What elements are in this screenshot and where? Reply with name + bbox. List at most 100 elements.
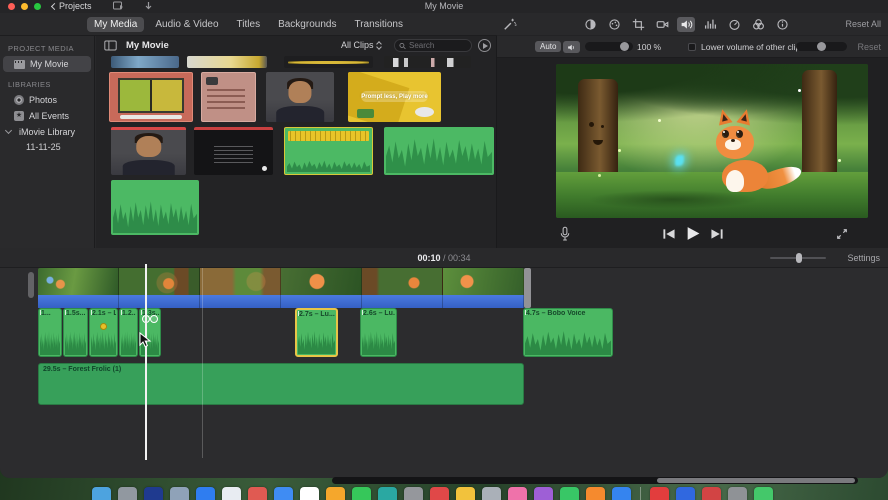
- dock-app-icon[interactable]: [352, 487, 371, 500]
- ducking-slider[interactable]: [796, 42, 847, 51]
- timeline-audio-clip[interactable]: 1.2...: [119, 308, 138, 357]
- clip-trim-handle[interactable]: [524, 268, 531, 308]
- volume-slider-knob[interactable]: [620, 42, 629, 51]
- clip-edge-handle[interactable]: [28, 272, 34, 298]
- timeline-audio-clip[interactable]: 2.6s – Lu...: [360, 308, 397, 357]
- media-thumbnail[interactable]: [111, 56, 179, 68]
- reset-volume-button[interactable]: Reset: [857, 42, 881, 52]
- media-thumbnail-promo[interactable]: Prompt less, Play more: [348, 72, 441, 122]
- clip-filter-icon[interactable]: [749, 17, 767, 32]
- mute-button[interactable]: [563, 41, 580, 53]
- dock-app-icon[interactable]: [456, 487, 475, 500]
- media-thumbnail-audio-clip[interactable]: [284, 127, 373, 175]
- stabilization-icon[interactable]: [653, 17, 671, 32]
- skip-forward-icon[interactable]: [710, 228, 723, 240]
- enhance-wand-icon[interactable]: [503, 17, 517, 31]
- timeline-audio-clip[interactable]: 1.5s...: [63, 308, 88, 357]
- dock-app-icon[interactable]: [274, 487, 293, 500]
- color-correction-icon[interactable]: [605, 17, 623, 32]
- media-thumbnail-terminal[interactable]: [194, 127, 273, 175]
- dock-app-icon[interactable]: [326, 487, 345, 500]
- skimming-toggle-icon[interactable]: [478, 39, 491, 52]
- timeline-scrollbar-thumb[interactable]: [657, 478, 855, 483]
- dock-app-icon[interactable]: [92, 487, 111, 500]
- sidebar-item-event-date[interactable]: 11-11-25: [0, 140, 94, 154]
- media-thumbnail-audio-clip[interactable]: [384, 127, 494, 175]
- video-clip-audio-strip[interactable]: [38, 295, 524, 308]
- dock-app-icon[interactable]: [118, 487, 137, 500]
- fullscreen-icon[interactable]: [836, 228, 848, 240]
- dock-app-icon[interactable]: [378, 487, 397, 500]
- tab-backgrounds[interactable]: Backgrounds: [271, 17, 343, 32]
- speed-icon[interactable]: [725, 17, 743, 32]
- dock-app-icon[interactable]: [702, 487, 721, 500]
- tab-transitions[interactable]: Transitions: [347, 17, 410, 32]
- dock-app-icon[interactable]: [612, 487, 631, 500]
- search-field[interactable]: [394, 39, 472, 52]
- media-thumbnail-presenter[interactable]: [111, 127, 186, 175]
- lower-volume-checkbox[interactable]: [688, 43, 696, 51]
- sidebar-item-all-events[interactable]: All Events: [0, 108, 94, 124]
- dock-app-icon[interactable]: [222, 487, 241, 500]
- dock-app-icon[interactable]: [754, 487, 773, 500]
- tab-my-media[interactable]: My Media: [86, 16, 145, 32]
- timeline-zoom-slider[interactable]: [770, 253, 826, 263]
- fade-handle[interactable]: [150, 315, 158, 323]
- dock-app-icon[interactable]: [482, 487, 501, 500]
- skip-back-icon[interactable]: [662, 228, 675, 240]
- volume-slider[interactable]: [585, 42, 633, 51]
- timeline-audio-clip[interactable]: 1...: [38, 308, 62, 357]
- dock-app-icon[interactable]: [586, 487, 605, 500]
- crop-icon[interactable]: [629, 17, 647, 32]
- media-thumbnail[interactable]: [187, 56, 267, 68]
- dock-app-icon[interactable]: [196, 487, 215, 500]
- playhead[interactable]: [145, 264, 147, 460]
- timeline-audio-clip[interactable]: 2.1s – L...: [89, 308, 118, 357]
- clips-filter-dropdown[interactable]: All Clips: [341, 40, 382, 50]
- background-music-clip[interactable]: 29.5s – Forest Frolic (1): [38, 363, 524, 405]
- clip-label: 2.6s – Lu...: [363, 310, 395, 317]
- color-balance-icon[interactable]: [581, 17, 599, 32]
- auto-volume-button[interactable]: Auto: [535, 41, 562, 52]
- timeline-scrollbar[interactable]: [332, 477, 858, 484]
- dock-app-icon[interactable]: [560, 487, 579, 500]
- search-input[interactable]: [409, 41, 467, 50]
- video-clip-filmstrip[interactable]: [38, 268, 524, 295]
- dock-app-icon[interactable]: [728, 487, 747, 500]
- noise-reduction-icon[interactable]: [701, 17, 719, 32]
- dock-app-icon[interactable]: [430, 487, 449, 500]
- volume-adjust-icon[interactable]: [677, 17, 695, 32]
- media-thumbnail-audio-clip[interactable]: [111, 180, 199, 235]
- dock-app-icon[interactable]: [534, 487, 553, 500]
- ducking-slider-knob[interactable]: [817, 42, 826, 51]
- tab-titles[interactable]: Titles: [230, 17, 268, 32]
- clip-info-icon[interactable]: [773, 17, 791, 32]
- media-thumbnail[interactable]: [284, 56, 373, 68]
- media-thumbnail-presenter[interactable]: [266, 72, 334, 122]
- dock-app-icon[interactable]: [508, 487, 527, 500]
- tab-audio-video[interactable]: Audio & Video: [148, 17, 225, 32]
- sidebar-item-my-movie[interactable]: My Movie: [3, 56, 91, 72]
- preview-video[interactable]: [556, 64, 868, 218]
- dock-app-icon[interactable]: [300, 487, 319, 500]
- timeline-audio-clip[interactable]: 4.7s – Bobo Voice: [523, 308, 613, 357]
- play-button[interactable]: [685, 226, 700, 241]
- dock-app-icon[interactable]: [404, 487, 423, 500]
- sidebar-item-imovie-library[interactable]: iMovie Library: [0, 124, 94, 140]
- dock-app-icon[interactable]: [144, 487, 163, 500]
- media-thumbnail[interactable]: [384, 56, 471, 68]
- timeline-settings-button[interactable]: Settings: [847, 253, 880, 263]
- reset-all-button[interactable]: Reset All: [845, 19, 881, 29]
- dock-app-icon[interactable]: [248, 487, 267, 500]
- voiceover-mic-icon[interactable]: [559, 226, 571, 242]
- media-thumbnail-screen-recording[interactable]: [109, 72, 193, 122]
- sidebar-item-photos[interactable]: Photos: [0, 92, 94, 108]
- media-thumbnail-notes[interactable]: [201, 72, 256, 122]
- dock-app-icon[interactable]: [676, 487, 695, 500]
- chevron-down-icon[interactable]: [4, 126, 13, 134]
- dock-app-icon[interactable]: [650, 487, 669, 500]
- dock-app-icon[interactable]: [170, 487, 189, 500]
- timeline-audio-clip[interactable]: 2.7s – Lu...: [295, 308, 338, 357]
- sidebar-toggle-icon[interactable]: [104, 40, 117, 51]
- timeline-zoom-knob[interactable]: [796, 253, 802, 263]
